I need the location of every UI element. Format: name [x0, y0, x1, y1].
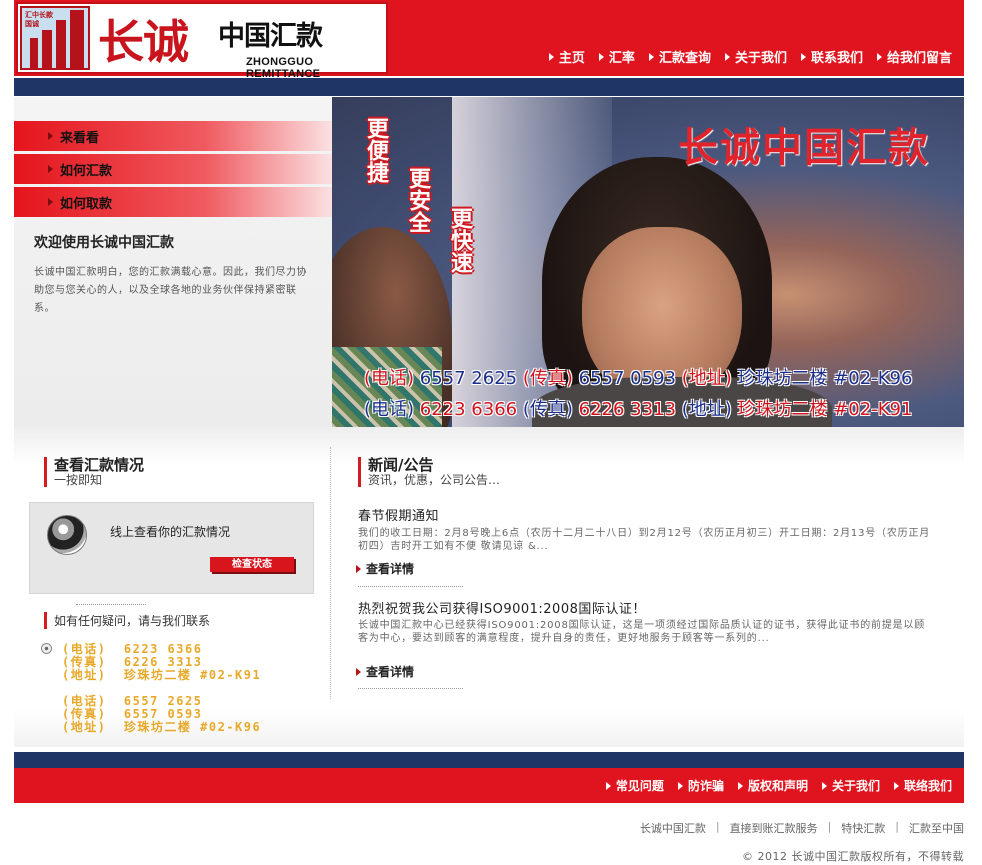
banner-contact-line-1: (电话) 6557 2625 (传真) 6557 0593 (地址) 珍珠坊二楼…	[364, 368, 913, 389]
top-navigation: 主页 汇率 汇款查询 关于我们 联系我们 给我们留言	[535, 47, 952, 66]
logo-title-cn2: 中国汇款	[218, 21, 323, 52]
radio-bullet-icon	[41, 643, 52, 654]
news-column: 新闻/公告 资讯，优惠，公司公告… 春节假期通知 我们的收工日期：2月8号晚上6…	[344, 427, 964, 747]
side-menu-item-look[interactable]: 来看看	[14, 121, 332, 151]
logo-emblem-icon: 汇中长款国诚	[20, 6, 90, 70]
news-item-body: 我们的收工日期：2月8号晚上6点（农历十二月二十八日）到2月12号（农历正月初三…	[358, 528, 931, 552]
arrow-right-icon	[800, 52, 806, 61]
check-status-box: 线上查看你的汇款情况 检查状态	[29, 502, 314, 594]
check-status-button[interactable]: 检查状态	[210, 557, 294, 572]
footer-nav-faq[interactable]: 常见问题	[605, 777, 664, 794]
main-content: 查看汇款情况 一按即知 线上查看你的汇款情况 检查状态 如有任何疑问，请与我们联…	[14, 427, 964, 747]
footer-link[interactable]: 特快汇款	[841, 820, 885, 836]
arrow-right-icon	[598, 52, 604, 61]
search-disc-icon	[47, 515, 87, 555]
news-heading: 新闻/公告 资讯，优惠，公司公告…	[358, 457, 500, 487]
arrow-right-icon	[48, 132, 53, 140]
footer-link[interactable]: 直接到账汇款服务	[730, 820, 818, 836]
nav-rates[interactable]: 汇率	[598, 47, 635, 66]
arrow-right-icon	[48, 198, 53, 206]
welcome-text: 长诚中国汇款明白，您的汇款满载心意。因此，我们尽力协助您与您关心的人，以及全球各…	[34, 267, 307, 314]
side-menu-item-how-to-withdraw[interactable]: 如何取款	[14, 187, 332, 217]
logo[interactable]: 汇中长款国诚 长诚 中国汇款 ZHONGGUO REMITTANCE	[16, 2, 388, 80]
side-menu: 来看看 如何汇款 如何取款	[14, 121, 332, 220]
divider	[76, 604, 146, 605]
sidebar: 来看看 如何汇款 如何取款 欢迎使用长诚中国汇款 长诚中国汇款明白，您的汇款满载…	[14, 97, 332, 427]
footer-nav-anti-fraud[interactable]: 防诈骗	[677, 777, 724, 794]
arrow-right-icon	[548, 52, 554, 61]
arrow-right-icon	[737, 781, 743, 790]
arrow-right-icon	[605, 781, 611, 790]
nav-message[interactable]: 给我们留言	[876, 47, 952, 66]
footer-nav-copyright[interactable]: 版权和声明	[737, 777, 808, 794]
divider	[358, 586, 463, 587]
arrow-right-icon	[724, 52, 730, 61]
footer-navigation-bar: 常见问题 防诈骗 版权和声明 关于我们 联络我们	[14, 768, 964, 803]
nav-contact[interactable]: 联系我们	[800, 47, 863, 66]
check-status-heading: 查看汇款情况 一按即知	[44, 457, 144, 487]
footer-nav-contact[interactable]: 联络我们	[893, 777, 952, 794]
check-status-text: 线上查看你的汇款情况	[110, 525, 231, 539]
welcome-title: 欢迎使用长诚中国汇款	[34, 235, 174, 251]
arrow-right-icon	[648, 52, 654, 61]
contact-list: (电话) 6223 6366 (传真) 6226 3313 (地址) 珍珠坊二楼…	[62, 642, 262, 734]
news-item-more-link[interactable]: 查看详情	[356, 560, 414, 577]
arrow-right-icon	[876, 52, 882, 61]
arrow-right-icon	[356, 667, 361, 676]
header-divider-bar	[14, 78, 964, 96]
footer-divider-bar	[14, 752, 964, 768]
banner-slogan-convenient: 更便捷	[363, 117, 388, 183]
arrow-right-icon	[48, 165, 53, 173]
arrow-right-icon	[893, 781, 899, 790]
nav-home[interactable]: 主页	[548, 47, 585, 66]
banner-contact-line-2: (电话) 6223 6366 (传真) 6226 3313 (地址) 珍珠坊二楼…	[364, 399, 913, 420]
footer-navigation: 常见问题 防诈骗 版权和声明 关于我们 联络我们	[592, 777, 952, 794]
banner-title: 长诚中国汇款	[678, 125, 930, 171]
logo-title-en: ZHONGGUO REMITTANCE	[246, 56, 321, 80]
arrow-right-icon	[821, 781, 827, 790]
left-column: 查看汇款情况 一按即知 线上查看你的汇款情况 检查状态 如有任何疑问，请与我们联…	[14, 427, 330, 747]
logo-title-cn: 长诚	[98, 15, 189, 69]
arrow-right-icon	[677, 781, 683, 790]
divider	[358, 688, 463, 689]
footer-link[interactable]: 长诚中国汇款	[640, 820, 706, 836]
banner-slogan-fast: 更快速	[447, 207, 472, 273]
hero-banner: 长诚中国汇款 更便捷 更安全 更快速 (电话) 6557 2625 (传真) 6…	[332, 97, 964, 427]
nav-track-remittance[interactable]: 汇款查询	[648, 47, 711, 66]
copyright-text: © 2012 长诚中国汇款版权所有，不得转载	[742, 850, 964, 863]
side-menu-item-how-to-remit[interactable]: 如何汇款	[14, 154, 332, 184]
news-item-more-link[interactable]: 查看详情	[356, 663, 414, 680]
news-item-title[interactable]: 春节假期通知	[358, 505, 439, 524]
header: 汇中长款国诚 长诚 中国汇款 ZHONGGUO REMITTANCE 主页 汇率…	[14, 0, 964, 80]
footer-nav-about[interactable]: 关于我们	[821, 777, 880, 794]
nav-about[interactable]: 关于我们	[724, 47, 787, 66]
contact-heading: 如有任何疑问，请与我们联系	[44, 612, 210, 629]
column-divider	[330, 447, 331, 699]
footer-link[interactable]: 汇款至中国	[909, 820, 964, 836]
news-item-title[interactable]: 热烈祝贺我公司获得ISO9001:2008国际认证！	[358, 598, 646, 617]
banner-slogan-safe: 更安全	[405, 167, 430, 233]
news-item-body: 长诚中国汇款中心已经获得ISO9001:2008国际认证，这是一项须经过国际品质…	[358, 620, 926, 644]
footer-links: 长诚中国汇款 | 直接到账汇款服务 | 特快汇款 | 汇款至中国	[639, 820, 964, 836]
arrow-right-icon	[356, 564, 361, 573]
